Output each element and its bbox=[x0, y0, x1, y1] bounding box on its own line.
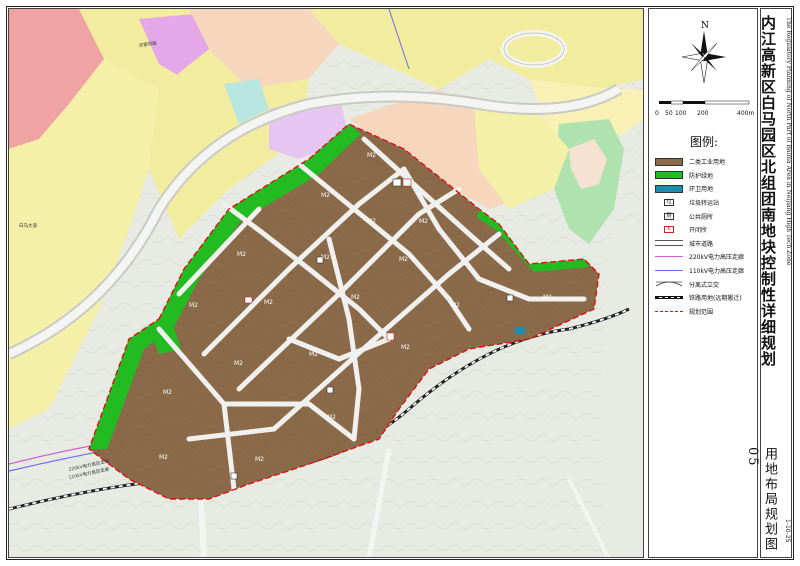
scale-label: 0 bbox=[655, 110, 659, 117]
swatch-green bbox=[655, 171, 683, 180]
map-canvas: M2 M2 M2 M2 M2 M2 M2 M2 M2 M2 M2 M2 M2 M… bbox=[9, 9, 643, 557]
sanitation-parcel[interactable] bbox=[515, 327, 525, 334]
toilet-symbol bbox=[230, 472, 238, 480]
legend-item-road: 城市道路 bbox=[655, 237, 744, 251]
parcel-label: M2 bbox=[327, 414, 336, 421]
legend-item-sanitation: 环卫用地 bbox=[655, 182, 744, 196]
legend-item-toilet: 厕 公共厕所 bbox=[655, 209, 744, 223]
legend-item-110kv: 110kV电力高压走廊 bbox=[655, 264, 744, 278]
road-label: 白马大道 bbox=[19, 222, 37, 229]
legend-item-industrial: 二类工业用地 bbox=[655, 155, 744, 169]
scale-label: 100 bbox=[675, 110, 687, 117]
swatch-sanitation bbox=[655, 184, 683, 193]
parcel-label: M2 bbox=[351, 294, 360, 301]
legend-item-transfer-station: 垃 垃圾转运站 bbox=[655, 196, 744, 210]
toilet-symbol bbox=[316, 256, 324, 264]
power-110kv-icon bbox=[655, 270, 683, 272]
parcel-label: M2 bbox=[367, 152, 376, 159]
drawing-code: 1-10-25 bbox=[784, 519, 791, 543]
parcel-label: M2 bbox=[237, 251, 246, 258]
scale-label: 50 bbox=[665, 110, 673, 117]
parcel-label: M2 bbox=[189, 302, 198, 309]
legend-panel: N 0 50 100 200 400m 图例: 二类工业用地 防护绿地 环卫用地… bbox=[648, 8, 758, 558]
interchange-icon bbox=[655, 281, 683, 287]
legend-item-interchange: 分离式立交 bbox=[655, 277, 744, 291]
scale-label: 200 bbox=[697, 110, 709, 117]
legend-item-boundary: 规划范围 bbox=[655, 305, 744, 319]
parcel-label: M2 bbox=[543, 294, 552, 301]
parcel-label: M2 bbox=[367, 218, 376, 225]
parcel-label: M2 bbox=[163, 389, 172, 396]
scale-label: 400m bbox=[737, 110, 755, 117]
parcel-label: M2 bbox=[255, 456, 264, 463]
toilet-icon: 厕 bbox=[664, 212, 674, 220]
parcel-label: M2 bbox=[309, 351, 318, 358]
toilet-symbol bbox=[392, 178, 402, 187]
toilet-symbol bbox=[326, 386, 334, 394]
parcel-label: M2 bbox=[159, 454, 168, 461]
plan-subtitle-en: The Regulatory Planning of North Part of… bbox=[785, 17, 792, 266]
transfer-station-icon: 垃 bbox=[664, 199, 674, 207]
north-label: N bbox=[701, 21, 709, 31]
parcel-label: M2 bbox=[419, 218, 428, 225]
land-use-map[interactable]: M2 M2 M2 M2 M2 M2 M2 M2 M2 M2 M2 M2 M2 M… bbox=[8, 8, 644, 558]
parcel-label: M2 bbox=[399, 256, 408, 263]
legend-item-220kv: 220kV电力高压走廊 bbox=[655, 250, 744, 264]
boundary-icon bbox=[655, 310, 683, 312]
legend-item-railway: 铁路用地(远期搬迁) bbox=[655, 291, 744, 305]
toilet-symbol bbox=[506, 294, 514, 302]
plan-title: 内江高新区白马园区北组团南地块控制性详细规划 bbox=[759, 15, 777, 367]
switch-station-symbol bbox=[386, 332, 395, 341]
parcel-label: M2 bbox=[264, 299, 273, 306]
parcel-label: M2 bbox=[234, 360, 243, 367]
legend-list: 二类工业用地 防护绿地 环卫用地 垃 垃圾转运站 厕 公共厕所 K 开闭所 城市… bbox=[655, 155, 744, 318]
drawing-name: 用地布局规划图05 bbox=[745, 447, 777, 552]
switch-station-symbol bbox=[402, 178, 412, 187]
scale-labels: 0 50 100 200 400m bbox=[655, 110, 755, 120]
railway-icon bbox=[655, 296, 683, 300]
legend-title: 图例: bbox=[689, 135, 719, 149]
scale-bar bbox=[659, 100, 750, 105]
legend-item-green-belt: 防护绿地 bbox=[655, 169, 744, 183]
title-panel: 内江高新区白马园区北组团南地块控制性详细规划 The Regulatory Pl… bbox=[745, 8, 792, 558]
power-220kv-icon bbox=[655, 256, 683, 258]
swatch-industrial bbox=[655, 157, 683, 166]
switch-station-icon: K bbox=[664, 226, 674, 234]
parcel-label: M2 bbox=[401, 344, 410, 351]
parcel-label: M2 bbox=[451, 302, 460, 309]
road-icon bbox=[655, 240, 683, 247]
parcel-label: M2 bbox=[321, 192, 330, 199]
legend-item-switch-station: K 开闭所 bbox=[655, 223, 744, 237]
switch-station-symbol bbox=[244, 296, 253, 304]
